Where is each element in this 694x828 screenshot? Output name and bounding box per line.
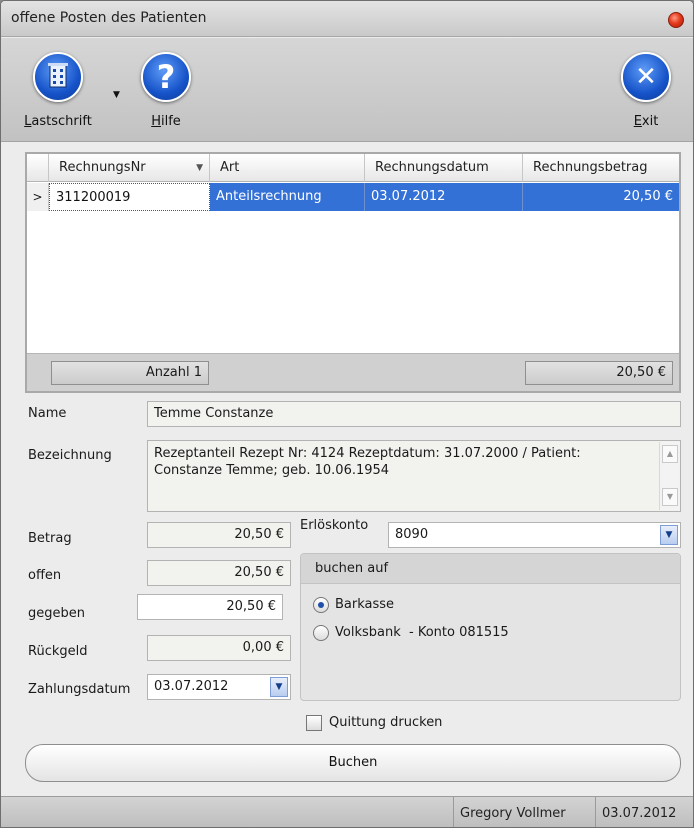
offen-field: 20,50 € — [147, 560, 291, 586]
erloeskonto-label: Erlöskonto — [300, 518, 369, 533]
bezeichnung-textarea[interactable]: Rezeptanteil Rezept Nr: 4124 Rezeptdatum… — [147, 440, 681, 512]
status-user: Gregory Vollmer — [453, 797, 572, 827]
name-field[interactable]: Temme Constanze — [147, 401, 681, 427]
application-window: offene Posten des Patienten Lastschrift … — [0, 0, 694, 828]
column-header-art[interactable]: Art — [210, 154, 365, 182]
volksbank-label[interactable]: Volksbank - Konto 081515 — [335, 625, 509, 640]
date-dropdown-icon[interactable]: ▼ — [270, 677, 288, 697]
cell-rechnungsbetrag[interactable]: 20,50 € — [523, 183, 679, 211]
grid-corner — [27, 154, 49, 182]
rueckgeld-label: Rückgeld — [28, 644, 88, 659]
hilfe-button[interactable]: ? Hilfe — [131, 52, 201, 129]
betrag-field: 20,50 € — [147, 522, 291, 548]
window-title: offene Posten des Patienten — [11, 10, 207, 26]
column-header-rechnungsbetrag[interactable]: Rechnungsbetrag — [523, 154, 679, 182]
offen-label: offen — [28, 568, 62, 583]
title-bar: offene Posten des Patienten — [1, 1, 693, 37]
erloeskonto-select[interactable]: 8090 ▼ — [388, 522, 681, 548]
hilfe-label: Hilfe — [151, 114, 181, 129]
cell-rechnungsnr[interactable]: 311200019 — [49, 183, 210, 211]
lastschrift-dropdown-arrow-icon[interactable]: ▼ — [113, 90, 120, 100]
footer-count: Anzahl 1 — [51, 361, 209, 385]
grid-footer: Anzahl 1 20,50 € — [27, 353, 679, 391]
betrag-label: Betrag — [28, 531, 72, 546]
buchen-auf-header: buchen auf — [301, 554, 680, 584]
exit-button[interactable]: ✕ Exit — [611, 52, 681, 129]
cell-rechnungsdatum[interactable]: 03.07.2012 — [365, 183, 523, 211]
erloeskonto-dropdown-icon[interactable]: ▼ — [660, 525, 678, 545]
column-header-rechnungsnr[interactable]: RechnungsNr ▼ — [49, 154, 210, 182]
status-bar: Gregory Vollmer 03.07.2012 — [1, 796, 693, 827]
exit-label: Exit — [633, 114, 659, 129]
toolbar: Lastschrift ▼ ? Hilfe ✕ Exit — [1, 38, 693, 142]
barkasse-radio[interactable] — [313, 597, 329, 613]
bezeichnung-label: Bezeichnung — [28, 448, 112, 463]
close-x-icon: ✕ — [621, 52, 671, 102]
buchen-auf-title: buchen auf — [315, 561, 389, 576]
buchen-auf-group: buchen auf Barkasse Volksbank - Konto 08… — [300, 553, 681, 701]
status-date: 03.07.2012 — [595, 797, 682, 827]
cell-art[interactable]: Anteilsrechnung — [210, 183, 365, 211]
zahlungsdatum-input[interactable]: 03.07.2012 ▼ — [147, 674, 291, 700]
volksbank-radio[interactable] — [313, 625, 329, 641]
lastschrift-button[interactable]: Lastschrift — [23, 52, 93, 129]
scroll-up-icon[interactable]: ▲ — [662, 445, 678, 463]
quittung-checkbox[interactable] — [306, 715, 322, 731]
table-row[interactable]: 311200019 Anteilsrechnung 03.07.2012 20,… — [27, 183, 679, 211]
barkasse-label[interactable]: Barkasse — [335, 597, 394, 612]
building-icon — [33, 52, 83, 102]
zahlungsdatum-label: Zahlungsdatum — [28, 682, 131, 697]
quittung-label[interactable]: Quittung drucken — [329, 715, 442, 730]
lastschrift-label: Lastschrift — [24, 114, 92, 129]
name-label: Name — [28, 406, 67, 421]
gegeben-input[interactable]: 20,50 € — [137, 594, 283, 620]
bezeichnung-text: Rezeptanteil Rezept Nr: 4124 Rezeptdatum… — [154, 446, 581, 478]
rueckgeld-field: 0,00 € — [147, 635, 291, 661]
footer-sum: 20,50 € — [525, 361, 673, 385]
window-close-button[interactable] — [668, 12, 684, 28]
column-header-rechnungsdatum[interactable]: Rechnungsdatum — [365, 154, 523, 182]
gegeben-label: gegeben — [28, 606, 85, 621]
scroll-down-icon[interactable]: ▼ — [662, 488, 678, 506]
buchen-button[interactable]: Buchen — [25, 744, 681, 782]
grid-header: RechnungsNr ▼ Art Rechnungsdatum Rechnung… — [27, 154, 679, 182]
invoice-grid: RechnungsNr ▼ Art Rechnungsdatum Rechnung… — [25, 152, 681, 393]
bezeichnung-scrollbar[interactable]: ▲ ▼ — [659, 442, 679, 510]
question-icon: ? — [141, 52, 191, 102]
sort-desc-icon: ▼ — [196, 163, 203, 173]
